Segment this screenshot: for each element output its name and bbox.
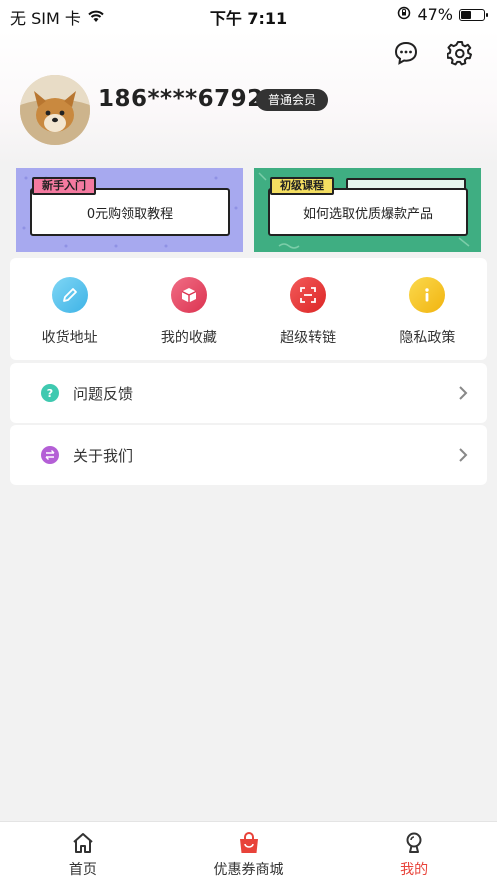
menu-item-label: 问题反馈 [73,384,134,403]
menu-item-about[interactable]: 关于我们 [10,425,487,485]
profile-header: 186****6792 普通会员 [0,30,497,165]
banner-text: 如何选取优质爆款产品 [302,206,433,222]
tab-label: 首页 [68,862,97,878]
quick-action-label: 我的收藏 [160,330,217,346]
dog-avatar-image [20,75,90,145]
rotation-lock-icon [397,5,411,24]
info-icon [409,277,446,313]
shopping-bag-icon [239,832,258,853]
message-button[interactable] [391,38,421,68]
settings-button[interactable] [445,38,475,68]
swap-icon [41,446,59,464]
status-right: 47% [397,5,488,24]
header-actions [391,38,475,68]
username: 186****6792 [98,86,264,112]
quick-action-address[interactable]: 收货地址 [10,258,129,360]
box-icon [170,277,207,313]
quick-action-label: 超级转链 [280,330,337,346]
quick-action-label: 收货地址 [41,330,98,346]
banner-course[interactable]: 如何选取优质爆款产品 初级课程 [254,168,481,252]
avatar[interactable] [20,75,90,145]
menu-item-label: 关于我们 [73,446,134,465]
banner-card: 如何选取优质爆款产品 [268,188,468,236]
chevron-right-icon [459,386,468,400]
battery-icon [459,8,488,21]
tab-bar: 首页 优惠券商城 我的 [0,821,497,883]
profile-icon [406,832,422,853]
tab-mine[interactable]: 我的 [331,822,497,883]
pencil-icon [51,277,88,313]
battery-percent: 47% [417,5,453,24]
chevron-right-icon [459,448,468,462]
question-icon: ? [41,384,59,402]
status-bar: 无 SIM 卡 下午 7:11 47% [0,0,497,30]
chat-bubble-icon [394,41,418,65]
tutorial-banners: 0元购领取教程 新手入门 如何选取优质爆款产品 初级课程 [16,168,481,252]
banner-beginner[interactable]: 0元购领取教程 新手入门 [16,168,243,252]
gear-icon [447,41,472,66]
scan-icon [290,277,327,313]
quick-action-privacy[interactable]: 隐私政策 [368,258,487,360]
member-level-badge: 普通会员 [256,89,329,111]
quick-action-favorites[interactable]: 我的收藏 [129,258,248,360]
home-icon [73,833,93,853]
tab-home[interactable]: 首页 [0,822,166,883]
battery-fill [461,10,471,19]
banner-card: 0元购领取教程 [30,188,230,236]
banner-text: 0元购领取教程 [86,206,174,222]
tab-label: 我的 [400,862,429,878]
tab-coupon-mall[interactable]: 优惠券商城 [166,822,332,883]
tab-label: 优惠券商城 [213,862,284,878]
banner-tag: 新手入门 [32,177,96,195]
banner-tag: 初级课程 [270,177,334,195]
quick-actions: 收货地址 我的收藏 超级转链 隐私政策 [10,258,487,360]
quick-action-link-convert[interactable]: 超级转链 [249,258,368,360]
menu-item-feedback[interactable]: ? 问题反馈 [10,363,487,423]
quick-action-label: 隐私政策 [399,330,456,346]
